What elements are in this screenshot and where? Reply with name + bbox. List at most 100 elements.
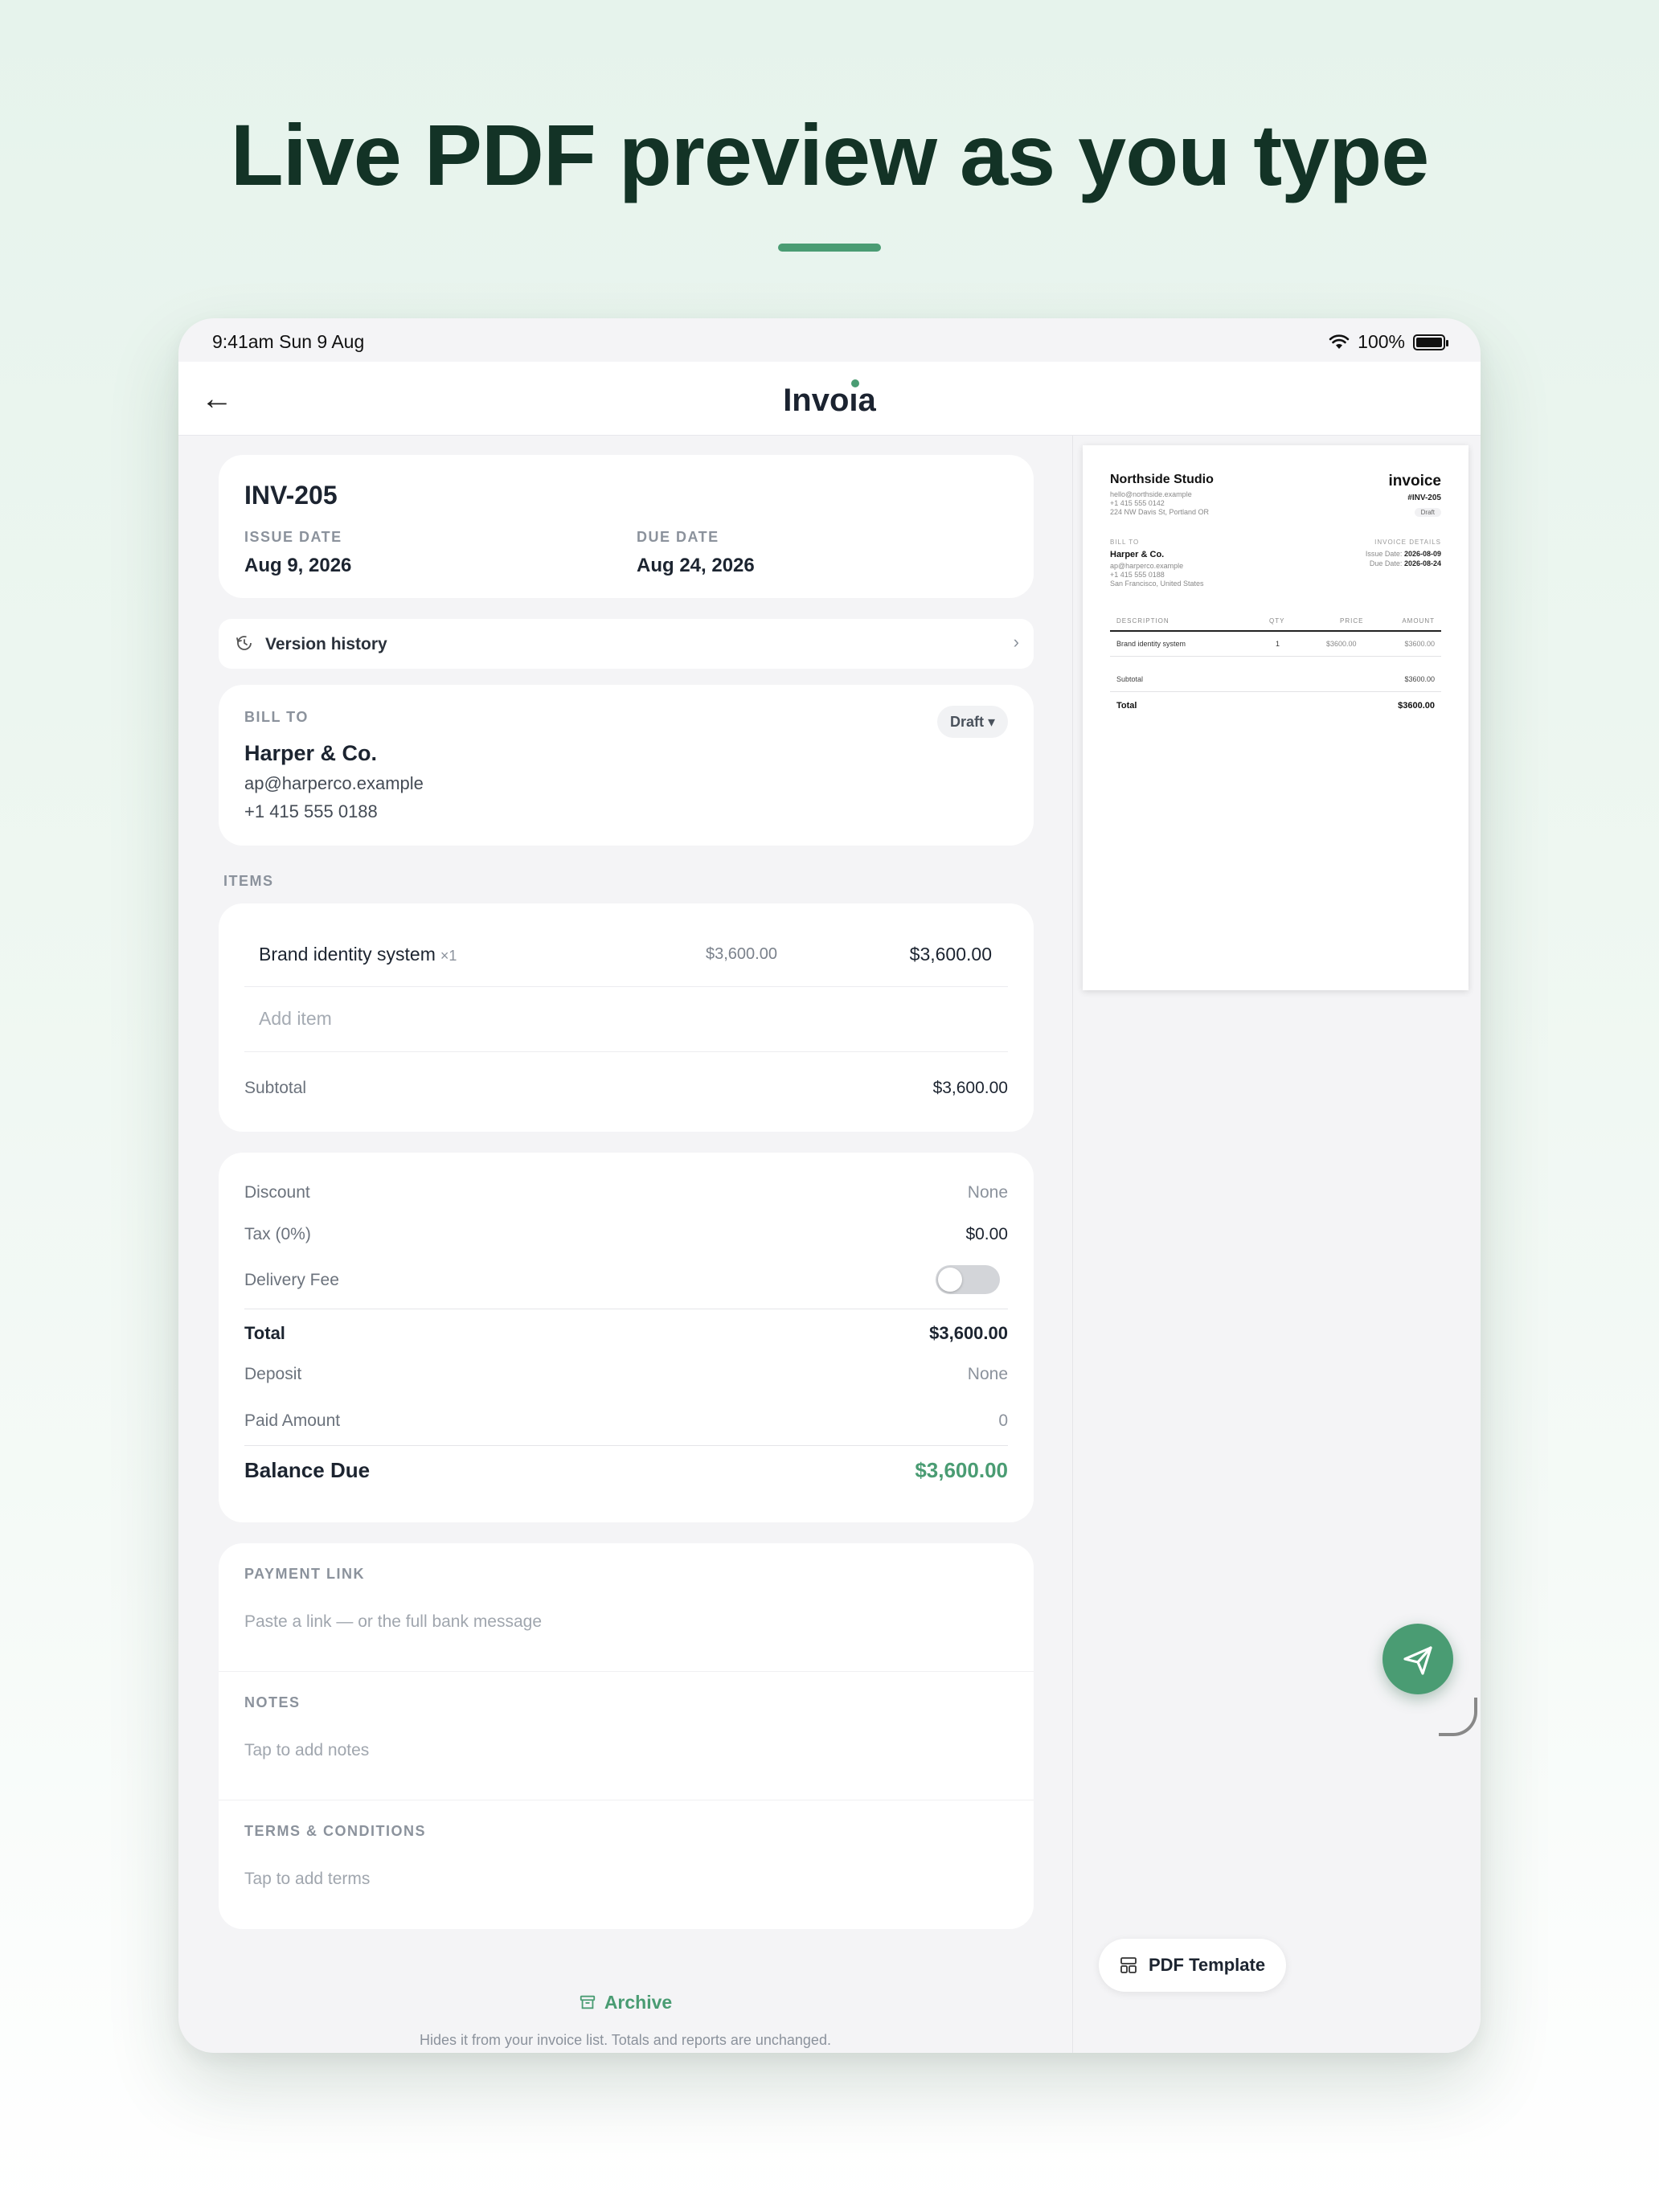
pdf-header-rule [1110,630,1441,632]
notes-input[interactable]: Tap to add notes [244,1741,369,1760]
notes-section[interactable]: NOTES Tap to add notes [219,1672,1034,1800]
table-row[interactable]: Brand identity system ×1 $3,600.00 $3,600… [244,903,1008,987]
pdf-col-qty: QTY [1269,617,1285,625]
tablet-frame: 9:41am Sun 9 Aug 100% ← Invoıa INV-205 I… [178,318,1481,2053]
divider [244,1445,1008,1446]
extras-card: PAYMENT LINK Paste a link — or the full … [219,1543,1034,1929]
deposit-value[interactable]: None [968,1365,1008,1384]
totals-card: Discount None Tax (0%) $0.00 Delivery Fe… [219,1153,1034,1522]
invoice-number[interactable]: INV-205 [244,481,338,510]
history-icon [236,636,252,650]
pdf-row-description: Brand identity system [1116,640,1186,648]
terms-section[interactable]: TERMS & CONDITIONS Tap to add terms [219,1800,1034,1929]
pdf-client-city: San Francisco, United States [1110,580,1204,588]
total-value: $3,600.00 [929,1323,1008,1343]
send-button[interactable] [1382,1624,1453,1694]
pdf-preview-pane: Northside Studio hello@northside.example… [1072,436,1481,2053]
version-history-label: Version history [265,635,387,653]
pdf-client-phone: +1 415 555 0188 [1110,571,1165,579]
battery-icon [1413,334,1448,350]
pdf-template-label: PDF Template [1149,1955,1266,1975]
paid-amount-label[interactable]: Paid Amount [244,1411,340,1431]
pdf-title: invoice [1388,473,1441,490]
discount-value[interactable]: None [968,1183,1008,1202]
pdf-issue-date: Issue Date: 2026-08-09 [1365,550,1441,558]
status-time: 9:41am Sun 9 Aug [212,331,365,352]
payment-link-section[interactable]: PAYMENT LINK Paste a link — or the full … [219,1543,1034,1672]
invoice-form[interactable]: INV-205 ISSUE DATE Aug 9, 2026 DUE DATE … [178,436,1072,2053]
send-icon [1403,1646,1432,1675]
pdf-template-button[interactable]: PDF Template [1099,1939,1287,1992]
notes-label: NOTES [244,1694,301,1710]
pdf-invoice-number: #INV-205 [1407,494,1441,502]
invoice-header-card[interactable]: INV-205 ISSUE DATE Aug 9, 2026 DUE DATE … [219,455,1034,598]
pdf-status-badge: Draft [1414,508,1441,517]
headline: Live PDF preview as you type [230,106,1430,203]
add-item-input[interactable]: Add item [259,1008,332,1030]
status-indicators: 100% [1329,331,1448,353]
total-label: Total [244,1323,285,1343]
pdf-total-label: Total [1116,701,1137,711]
pdf-client-name: Harper & Co. [1110,550,1165,559]
nav-bar: ← Invoıa [178,362,1481,436]
paid-amount-value[interactable]: 0 [998,1411,1008,1431]
bill-to-label: BILL TO [244,709,309,725]
archive-label: Archive [604,1992,673,2013]
subtotal-value: $3,600.00 [932,1079,1008,1097]
pdf-details-label: INVOICE DETAILS [1374,539,1441,546]
pdf-subtotal-label: Subtotal [1116,675,1144,683]
due-date-value[interactable]: Aug 24, 2026 [637,555,755,577]
delivery-fee-toggle[interactable] [936,1265,1000,1294]
client-name: Harper & Co. [244,741,378,765]
pdf-company-phone: +1 415 555 0142 [1110,499,1165,507]
item-quantity: ×1 [440,948,457,964]
pdf-col-amount: AMOUNT [1402,617,1435,625]
deposit-label[interactable]: Deposit [244,1365,301,1384]
pdf-row-qty: 1 [1276,640,1280,648]
pdf-total-value: $3600.00 [1398,701,1435,711]
client-phone: +1 415 555 0188 [244,801,378,821]
pdf-row-rule [1110,656,1441,657]
pdf-preview-page[interactable]: Northside Studio hello@northside.example… [1083,445,1469,990]
balance-due-label: Balance Due [244,1458,371,1482]
issue-date-value[interactable]: Aug 9, 2026 [244,555,351,577]
tax-value: $0.00 [965,1225,1008,1243]
due-date-label: DUE DATE [637,529,719,545]
item-unit-price: $3,600.00 [706,945,777,963]
delivery-fee-label: Delivery Fee [244,1271,339,1289]
client-email: ap@harperco.example [244,773,424,793]
pdf-row-amount: $3600.00 [1404,640,1435,648]
chevron-right-icon: › [1013,632,1019,652]
pdf-col-price: PRICE [1340,617,1364,625]
divider [244,1051,1008,1052]
version-history-row[interactable]: Version history › [219,619,1034,669]
subtotal-label: Subtotal [244,1079,307,1097]
toggle-knob [938,1268,962,1292]
item-amount: $3,600.00 [909,944,992,965]
status-bar: 9:41am Sun 9 Aug 100% [178,318,1481,362]
pdf-subtotal-rule [1110,691,1441,692]
pdf-company-email: hello@northside.example [1110,490,1192,498]
pdf-subtotal-value: $3600.00 [1404,675,1435,683]
terms-input[interactable]: Tap to add terms [244,1870,370,1889]
app-logo: Invoıa [783,383,876,418]
status-dropdown[interactable]: Draft ▾ [936,706,1008,738]
bill-to-card[interactable]: BILL TO Harper & Co. ap@harperco.example… [219,685,1034,846]
battery-percent: 100% [1358,331,1405,352]
payment-link-label: PAYMENT LINK [244,1566,366,1582]
pdf-bill-to-label: BILL TO [1110,539,1140,546]
pdf-client-email: ap@harperco.example [1110,562,1184,570]
pdf-col-description: DESCRIPTION [1116,617,1169,625]
pdf-company-name: Northside Studio [1110,473,1214,486]
wifi-icon [1329,334,1350,349]
pdf-due-date: Due Date: 2026-08-24 [1369,559,1441,567]
template-icon [1120,1957,1137,1973]
item-name: Brand identity system ×1 [259,944,457,965]
tax-label[interactable]: Tax (0%) [244,1225,311,1244]
discount-label[interactable]: Discount [244,1183,310,1202]
headline-underline [778,244,881,252]
archive-button[interactable]: Archive [178,1992,1072,2013]
items-section-label: ITEMS [223,873,274,889]
archive-icon [580,1995,595,2009]
payment-link-input[interactable]: Paste a link — or the full bank message [244,1612,542,1632]
